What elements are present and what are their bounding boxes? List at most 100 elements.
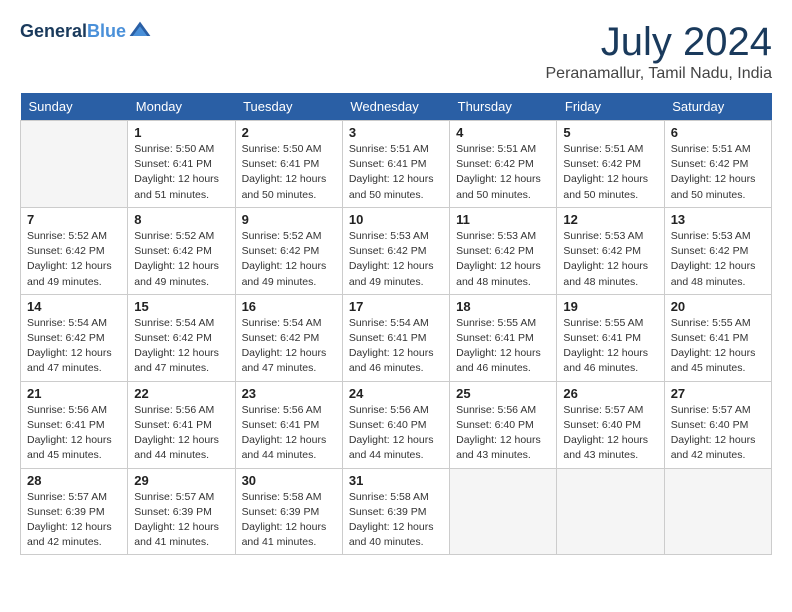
calendar-cell: 4 Sunrise: 5:51 AM Sunset: 6:42 PM Daylig… xyxy=(450,121,557,208)
day-info: Sunrise: 5:56 AM Sunset: 6:41 PM Dayligh… xyxy=(134,403,228,464)
day-info: Sunrise: 5:54 AM Sunset: 6:42 PM Dayligh… xyxy=(27,316,121,377)
day-number: 22 xyxy=(134,386,228,401)
day-number: 17 xyxy=(349,299,443,314)
calendar-cell: 25 Sunrise: 5:56 AM Sunset: 6:40 PM Dayli… xyxy=(450,381,557,468)
day-number: 12 xyxy=(563,212,657,227)
day-number: 18 xyxy=(456,299,550,314)
day-info: Sunrise: 5:54 AM Sunset: 6:42 PM Dayligh… xyxy=(134,316,228,377)
day-info: Sunrise: 5:50 AM Sunset: 6:41 PM Dayligh… xyxy=(242,142,336,203)
day-number: 24 xyxy=(349,386,443,401)
day-number: 19 xyxy=(563,299,657,314)
calendar-cell: 23 Sunrise: 5:56 AM Sunset: 6:41 PM Dayli… xyxy=(235,381,342,468)
day-info: Sunrise: 5:57 AM Sunset: 6:39 PM Dayligh… xyxy=(134,490,228,551)
location-subtitle: Peranamallur, Tamil Nadu, India xyxy=(546,65,773,83)
weekday-header: Saturday xyxy=(664,93,771,121)
title-block: July 2024 Peranamallur, Tamil Nadu, Indi… xyxy=(546,20,773,83)
weekday-header: Monday xyxy=(128,93,235,121)
calendar-cell: 5 Sunrise: 5:51 AM Sunset: 6:42 PM Daylig… xyxy=(557,121,664,208)
calendar-cell: 14 Sunrise: 5:54 AM Sunset: 6:42 PM Dayli… xyxy=(21,294,128,381)
month-title: July 2024 xyxy=(546,20,773,65)
day-number: 27 xyxy=(671,386,765,401)
calendar-cell: 8 Sunrise: 5:52 AM Sunset: 6:42 PM Daylig… xyxy=(128,207,235,294)
calendar-week-row: 14 Sunrise: 5:54 AM Sunset: 6:42 PM Dayli… xyxy=(21,294,772,381)
calendar-week-row: 7 Sunrise: 5:52 AM Sunset: 6:42 PM Daylig… xyxy=(21,207,772,294)
calendar-cell: 19Sunrise: 5:55 AM Sunset: 6:41 PM Dayli… xyxy=(557,294,664,381)
day-info: Sunrise: 5:56 AM Sunset: 6:40 PM Dayligh… xyxy=(456,403,550,464)
day-info: Sunrise: 5:55 AM Sunset: 6:41 PM Dayligh… xyxy=(671,316,765,377)
day-info: Sunrise: 5:57 AM Sunset: 6:40 PM Dayligh… xyxy=(671,403,765,464)
calendar-week-row: 21Sunrise: 5:56 AM Sunset: 6:41 PM Dayli… xyxy=(21,381,772,468)
calendar-cell: 21Sunrise: 5:56 AM Sunset: 6:41 PM Dayli… xyxy=(21,381,128,468)
calendar-cell: 22 Sunrise: 5:56 AM Sunset: 6:41 PM Dayli… xyxy=(128,381,235,468)
day-number: 25 xyxy=(456,386,550,401)
day-info: Sunrise: 5:54 AM Sunset: 6:42 PM Dayligh… xyxy=(242,316,336,377)
day-number: 31 xyxy=(349,473,443,488)
calendar-cell xyxy=(557,468,664,555)
day-number: 10 xyxy=(349,212,443,227)
weekday-header: Wednesday xyxy=(342,93,449,121)
day-number: 16 xyxy=(242,299,336,314)
calendar-cell: 24 Sunrise: 5:56 AM Sunset: 6:40 PM Dayli… xyxy=(342,381,449,468)
day-info: Sunrise: 5:53 AM Sunset: 6:42 PM Dayligh… xyxy=(456,229,550,290)
calendar-cell: 29 Sunrise: 5:57 AM Sunset: 6:39 PM Dayli… xyxy=(128,468,235,555)
day-info: Sunrise: 5:52 AM Sunset: 6:42 PM Dayligh… xyxy=(27,229,121,290)
day-number: 30 xyxy=(242,473,336,488)
day-number: 4 xyxy=(456,125,550,140)
day-info: Sunrise: 5:51 AM Sunset: 6:41 PM Dayligh… xyxy=(349,142,443,203)
logo: GeneralBlue xyxy=(20,20,152,44)
calendar-cell: 9Sunrise: 5:52 AM Sunset: 6:42 PM Daylig… xyxy=(235,207,342,294)
calendar-cell: 2 Sunrise: 5:50 AM Sunset: 6:41 PM Daylig… xyxy=(235,121,342,208)
day-number: 11 xyxy=(456,212,550,227)
day-info: Sunrise: 5:56 AM Sunset: 6:41 PM Dayligh… xyxy=(27,403,121,464)
day-info: Sunrise: 5:55 AM Sunset: 6:41 PM Dayligh… xyxy=(456,316,550,377)
day-number: 9 xyxy=(242,212,336,227)
calendar-cell: 26 Sunrise: 5:57 AM Sunset: 6:40 PM Dayli… xyxy=(557,381,664,468)
calendar-cell: 17Sunrise: 5:54 AM Sunset: 6:41 PM Dayli… xyxy=(342,294,449,381)
day-info: Sunrise: 5:53 AM Sunset: 6:42 PM Dayligh… xyxy=(349,229,443,290)
day-info: Sunrise: 5:57 AM Sunset: 6:39 PM Dayligh… xyxy=(27,490,121,551)
day-info: Sunrise: 5:51 AM Sunset: 6:42 PM Dayligh… xyxy=(456,142,550,203)
weekday-header: Friday xyxy=(557,93,664,121)
day-number: 3 xyxy=(349,125,443,140)
day-info: Sunrise: 5:58 AM Sunset: 6:39 PM Dayligh… xyxy=(242,490,336,551)
calendar-header-row: SundayMondayTuesdayWednesdayThursdayFrid… xyxy=(21,93,772,121)
day-number: 29 xyxy=(134,473,228,488)
day-number: 5 xyxy=(563,125,657,140)
day-number: 6 xyxy=(671,125,765,140)
page-header: GeneralBlue July 2024 Peranamallur, Tami… xyxy=(20,20,772,83)
day-info: Sunrise: 5:57 AM Sunset: 6:40 PM Dayligh… xyxy=(563,403,657,464)
day-info: Sunrise: 5:51 AM Sunset: 6:42 PM Dayligh… xyxy=(671,142,765,203)
day-info: Sunrise: 5:53 AM Sunset: 6:42 PM Dayligh… xyxy=(671,229,765,290)
day-number: 26 xyxy=(563,386,657,401)
day-info: Sunrise: 5:52 AM Sunset: 6:42 PM Dayligh… xyxy=(134,229,228,290)
calendar-cell: 1Sunrise: 5:50 AM Sunset: 6:41 PM Daylig… xyxy=(128,121,235,208)
calendar-cell: 16 Sunrise: 5:54 AM Sunset: 6:42 PM Dayli… xyxy=(235,294,342,381)
calendar-week-row: 1Sunrise: 5:50 AM Sunset: 6:41 PM Daylig… xyxy=(21,121,772,208)
day-info: Sunrise: 5:51 AM Sunset: 6:42 PM Dayligh… xyxy=(563,142,657,203)
weekday-header: Tuesday xyxy=(235,93,342,121)
calendar-cell: 12 Sunrise: 5:53 AM Sunset: 6:42 PM Dayli… xyxy=(557,207,664,294)
calendar-cell: 13 Sunrise: 5:53 AM Sunset: 6:42 PM Dayli… xyxy=(664,207,771,294)
day-info: Sunrise: 5:53 AM Sunset: 6:42 PM Dayligh… xyxy=(563,229,657,290)
day-info: Sunrise: 5:56 AM Sunset: 6:41 PM Dayligh… xyxy=(242,403,336,464)
logo-text: GeneralBlue xyxy=(20,21,126,43)
weekday-header: Thursday xyxy=(450,93,557,121)
day-number: 14 xyxy=(27,299,121,314)
calendar-cell: 6 Sunrise: 5:51 AM Sunset: 6:42 PM Daylig… xyxy=(664,121,771,208)
day-number: 23 xyxy=(242,386,336,401)
day-number: 7 xyxy=(27,212,121,227)
calendar-cell: 11 Sunrise: 5:53 AM Sunset: 6:42 PM Dayli… xyxy=(450,207,557,294)
day-number: 2 xyxy=(242,125,336,140)
calendar-cell xyxy=(450,468,557,555)
logo-icon xyxy=(128,20,152,44)
calendar-week-row: 28Sunrise: 5:57 AM Sunset: 6:39 PM Dayli… xyxy=(21,468,772,555)
day-number: 13 xyxy=(671,212,765,227)
day-info: Sunrise: 5:58 AM Sunset: 6:39 PM Dayligh… xyxy=(349,490,443,551)
day-number: 8 xyxy=(134,212,228,227)
day-number: 15 xyxy=(134,299,228,314)
calendar-cell: 31 Sunrise: 5:58 AM Sunset: 6:39 PM Dayli… xyxy=(342,468,449,555)
day-info: Sunrise: 5:56 AM Sunset: 6:40 PM Dayligh… xyxy=(349,403,443,464)
weekday-header: Sunday xyxy=(21,93,128,121)
calendar-cell: 27 Sunrise: 5:57 AM Sunset: 6:40 PM Dayli… xyxy=(664,381,771,468)
calendar-cell: 10 Sunrise: 5:53 AM Sunset: 6:42 PM Dayli… xyxy=(342,207,449,294)
